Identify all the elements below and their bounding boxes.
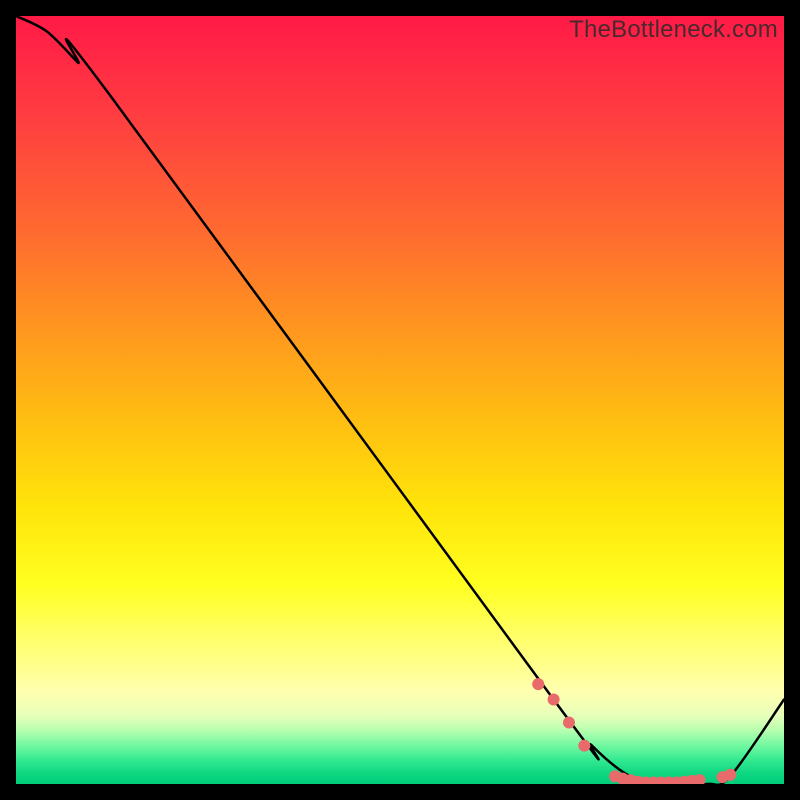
- curve-line: [16, 16, 784, 784]
- marker-dots: [532, 678, 736, 784]
- marker-dot: [563, 717, 575, 729]
- marker-dot: [717, 771, 729, 783]
- marker-dot: [578, 740, 590, 752]
- marker-dot: [632, 776, 644, 784]
- marker-dot: [678, 776, 690, 784]
- marker-dot: [694, 774, 706, 784]
- chart-svg: [16, 16, 784, 784]
- marker-dot: [532, 678, 544, 690]
- marker-dot: [548, 694, 560, 706]
- marker-dot: [655, 776, 667, 784]
- watermark-text: TheBottleneck.com: [569, 16, 778, 44]
- marker-dot: [686, 775, 698, 784]
- marker-dot: [640, 776, 652, 784]
- marker-dot: [663, 776, 675, 784]
- marker-dot: [617, 773, 629, 784]
- marker-dot: [624, 774, 636, 784]
- marker-dot: [724, 769, 736, 781]
- marker-dot: [670, 776, 682, 784]
- chart-frame: TheBottleneck.com: [0, 0, 800, 800]
- marker-dot: [647, 776, 659, 784]
- marker-dot: [609, 770, 621, 782]
- plot-area: TheBottleneck.com: [16, 16, 784, 784]
